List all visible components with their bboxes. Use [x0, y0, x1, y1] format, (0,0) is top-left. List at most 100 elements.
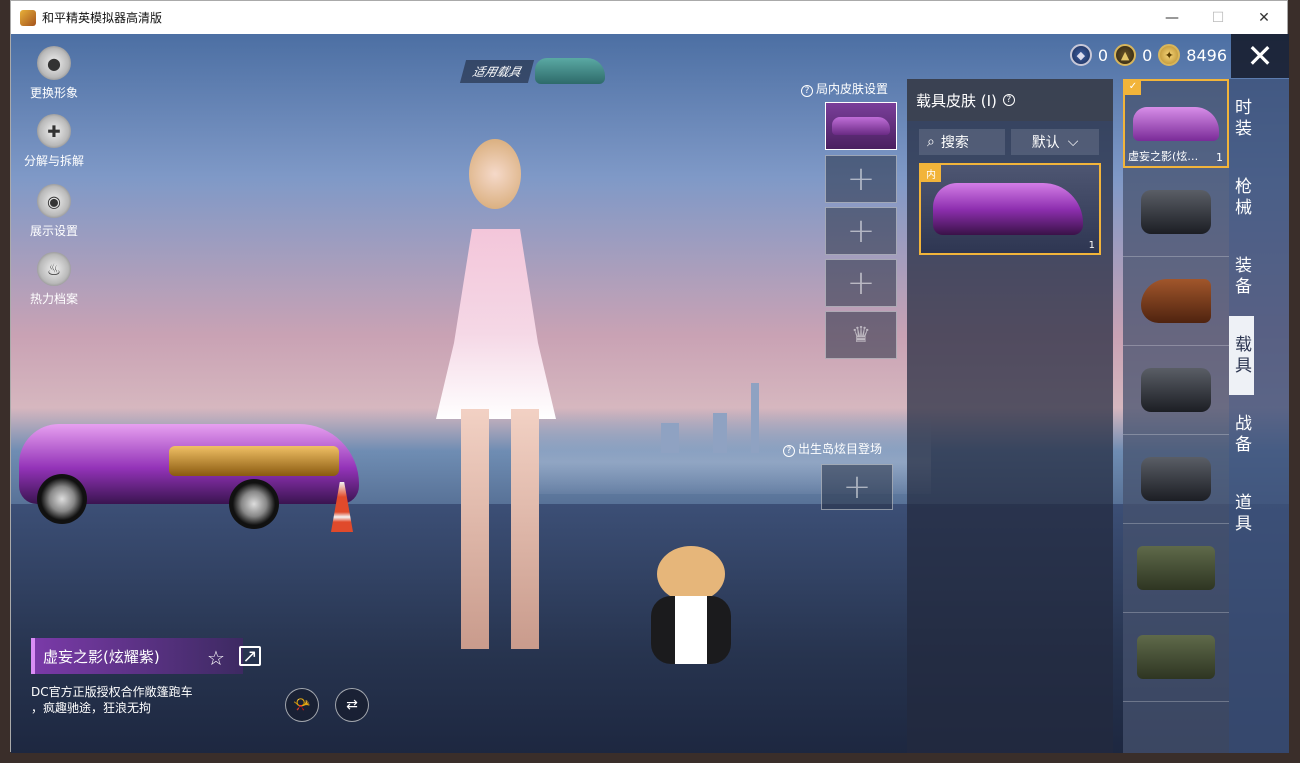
vehicle-item-buggy[interactable]: [1123, 346, 1229, 435]
tab-category[interactable]: 装备: [1229, 237, 1254, 316]
item-desc-line: DC官方正版授权合作敞篷跑车: [31, 685, 193, 699]
car-grille: [169, 446, 339, 476]
share-icon[interactable]: ↗: [239, 646, 261, 667]
skin-slot-locked-crown[interactable]: ♛: [825, 311, 897, 359]
character-head: [469, 139, 521, 209]
jeep-icon: [1137, 546, 1215, 590]
skin-panel-title: 载具皮肤 (I): [916, 91, 997, 110]
character-leg: [511, 409, 539, 649]
teal-car-icon: [535, 58, 606, 84]
character-dress: [436, 229, 556, 419]
silver-count: 0: [1097, 45, 1109, 65]
tab-category[interactable]: 战备: [1229, 395, 1254, 474]
medal-count: 0: [1142, 45, 1153, 65]
birth-island-setting[interactable]: ? 出生岛炫目登场: [783, 440, 882, 457]
tab-category[interactable]: 道具: [1229, 474, 1254, 553]
vehicle-item-motorcycle[interactable]: [1123, 435, 1229, 524]
emulator-window: 和平精英模拟器高清版 — ☐ ✕ ● 更换形象 ✚ 分解与拆解 ◉ 展示设置 ♨…: [10, 0, 1289, 753]
vehicle-item-car-purple[interactable]: ✓ 虚妄之影(炫… 1: [1123, 79, 1229, 168]
sort-label: 默认: [1031, 135, 1060, 151]
vehicle-item-horse[interactable]: [1123, 257, 1229, 346]
item-description: DC官方正版授权合作敞篷跑车 ，疯趣驰途，狂浪无拘: [31, 684, 231, 716]
window-title: 和平精英模拟器高清版: [42, 11, 163, 25]
car-purple-icon: [1133, 106, 1219, 141]
category-tabs: 时装 枪械 装备 载具 战备 道具: [1229, 79, 1289, 753]
close-button[interactable]: ✕: [1231, 34, 1289, 78]
check-icon: ✓: [1125, 81, 1141, 95]
skin-slot-empty[interactable]: +: [825, 207, 897, 255]
skin-slot-selected[interactable]: [825, 102, 897, 150]
vehicle-count: 1: [1216, 151, 1223, 164]
tab-category[interactable]: 载具: [1229, 316, 1254, 395]
eye-icon: ◉: [37, 184, 71, 218]
vehicle-skin-panel: 载具皮肤 (I) ? ⌕ 搜索 默认 ⌵ 内 1: [907, 79, 1113, 753]
gold-coin-icon: ✦: [1158, 44, 1181, 66]
flame-icon: ♨: [37, 252, 71, 286]
skin-count: 1: [1088, 240, 1095, 251]
chevron-down-icon: ⌵: [1067, 134, 1079, 150]
in-game-skin-label: 局内皮肤设置: [816, 82, 889, 96]
skin-slot-empty[interactable]: +: [825, 259, 897, 307]
buggy-icon: [1141, 368, 1211, 412]
menu-label: 分解与拆解: [23, 154, 84, 168]
sort-dropdown[interactable]: 默认 ⌵: [1011, 129, 1099, 155]
character-leg: [461, 409, 489, 649]
horse-icon: [1141, 279, 1211, 323]
game-scene: ● 更换形象 ✚ 分解与拆解 ◉ 展示设置 ♨ 热力档案 适用载具 ◆ 0 ▲ …: [11, 34, 1289, 753]
bear-head: [657, 546, 725, 602]
skyline-tower: [713, 413, 727, 453]
search-button[interactable]: ⌕ 搜索: [919, 129, 1005, 155]
skin-panel-header: 载具皮肤 (I) ?: [907, 79, 1113, 121]
favorite-star-icon[interactable]: ☆: [207, 646, 225, 670]
skin-card[interactable]: 内 1: [919, 163, 1101, 255]
menu-decompose[interactable]: ✚ 分解与拆解: [23, 114, 85, 169]
bear-mascot: [643, 546, 739, 664]
menu-heat-archive[interactable]: ♨ 热力档案: [23, 252, 85, 307]
purple-car-skin-image: [933, 183, 1083, 235]
applicable-vehicle-tag: 适用载具: [459, 58, 606, 84]
menu-label: 热力档案: [29, 292, 78, 306]
skyline-tower: [751, 383, 759, 453]
search-label: 搜索: [940, 135, 969, 151]
vehicle-item-jeep[interactable]: [1123, 524, 1229, 613]
skin-slot-empty[interactable]: +: [825, 155, 897, 203]
app-icon: [20, 9, 36, 26]
purple-car-icon: [832, 117, 890, 135]
maximize-button[interactable]: ☐: [1195, 1, 1241, 34]
title-bar: 和平精英模拟器高清版 — ☐ ✕: [11, 1, 1287, 34]
avatar-icon: ●: [37, 46, 71, 80]
applicable-vehicle-label: 适用载具: [459, 59, 535, 83]
medal-coin-icon: ▲: [1114, 44, 1137, 66]
item-desc-line: ，疯趣驰途，狂浪无拘: [31, 701, 152, 715]
in-game-skin-settings[interactable]: ? 局内皮肤设置: [801, 80, 888, 97]
help-icon: ?: [801, 85, 813, 97]
vehicle-list: ✓ 虚妄之影(炫… 1: [1123, 79, 1229, 753]
birth-island-label: 出生岛炫目登场: [798, 442, 883, 456]
tab-category[interactable]: 时装: [1229, 79, 1254, 158]
skyline-tower: [661, 423, 679, 453]
car-swap-icon[interactable]: ⇄: [335, 688, 369, 722]
horn-icon[interactable]: 📯: [285, 688, 319, 722]
character-model[interactable]: [391, 139, 591, 659]
search-icon: ⌕: [927, 134, 935, 150]
menu-change-avatar[interactable]: ● 更换形象: [23, 46, 85, 101]
menu-display-settings[interactable]: ◉ 展示设置: [23, 184, 85, 239]
minimize-button[interactable]: —: [1149, 1, 1195, 34]
search-row: ⌕ 搜索 默认 ⌵: [907, 121, 1113, 163]
help-icon: ?: [783, 445, 795, 457]
menu-label: 展示设置: [29, 224, 78, 238]
coin-count: 8496: [1186, 45, 1227, 65]
vehicle-item-jeep[interactable]: [1123, 613, 1229, 702]
vehicle-label: 虚妄之影(炫…: [1128, 150, 1199, 163]
help-icon[interactable]: ?: [1002, 94, 1015, 106]
motorcycle-icon: [1141, 190, 1211, 234]
car-wheel: [37, 474, 87, 524]
purple-convertible-car: [19, 404, 359, 529]
tab-category[interactable]: 枪械: [1229, 158, 1254, 237]
currency-bar: ◆ 0 ▲ 0 ✦ 8496: [1069, 44, 1227, 66]
silver-coin-icon: ◆: [1069, 44, 1092, 66]
item-name: 虚妄之影(炫耀紫): [43, 647, 160, 666]
close-window-button[interactable]: ✕: [1241, 1, 1287, 34]
vehicle-item-motorcycle[interactable]: [1123, 168, 1229, 257]
birth-island-slot[interactable]: +: [821, 464, 893, 510]
